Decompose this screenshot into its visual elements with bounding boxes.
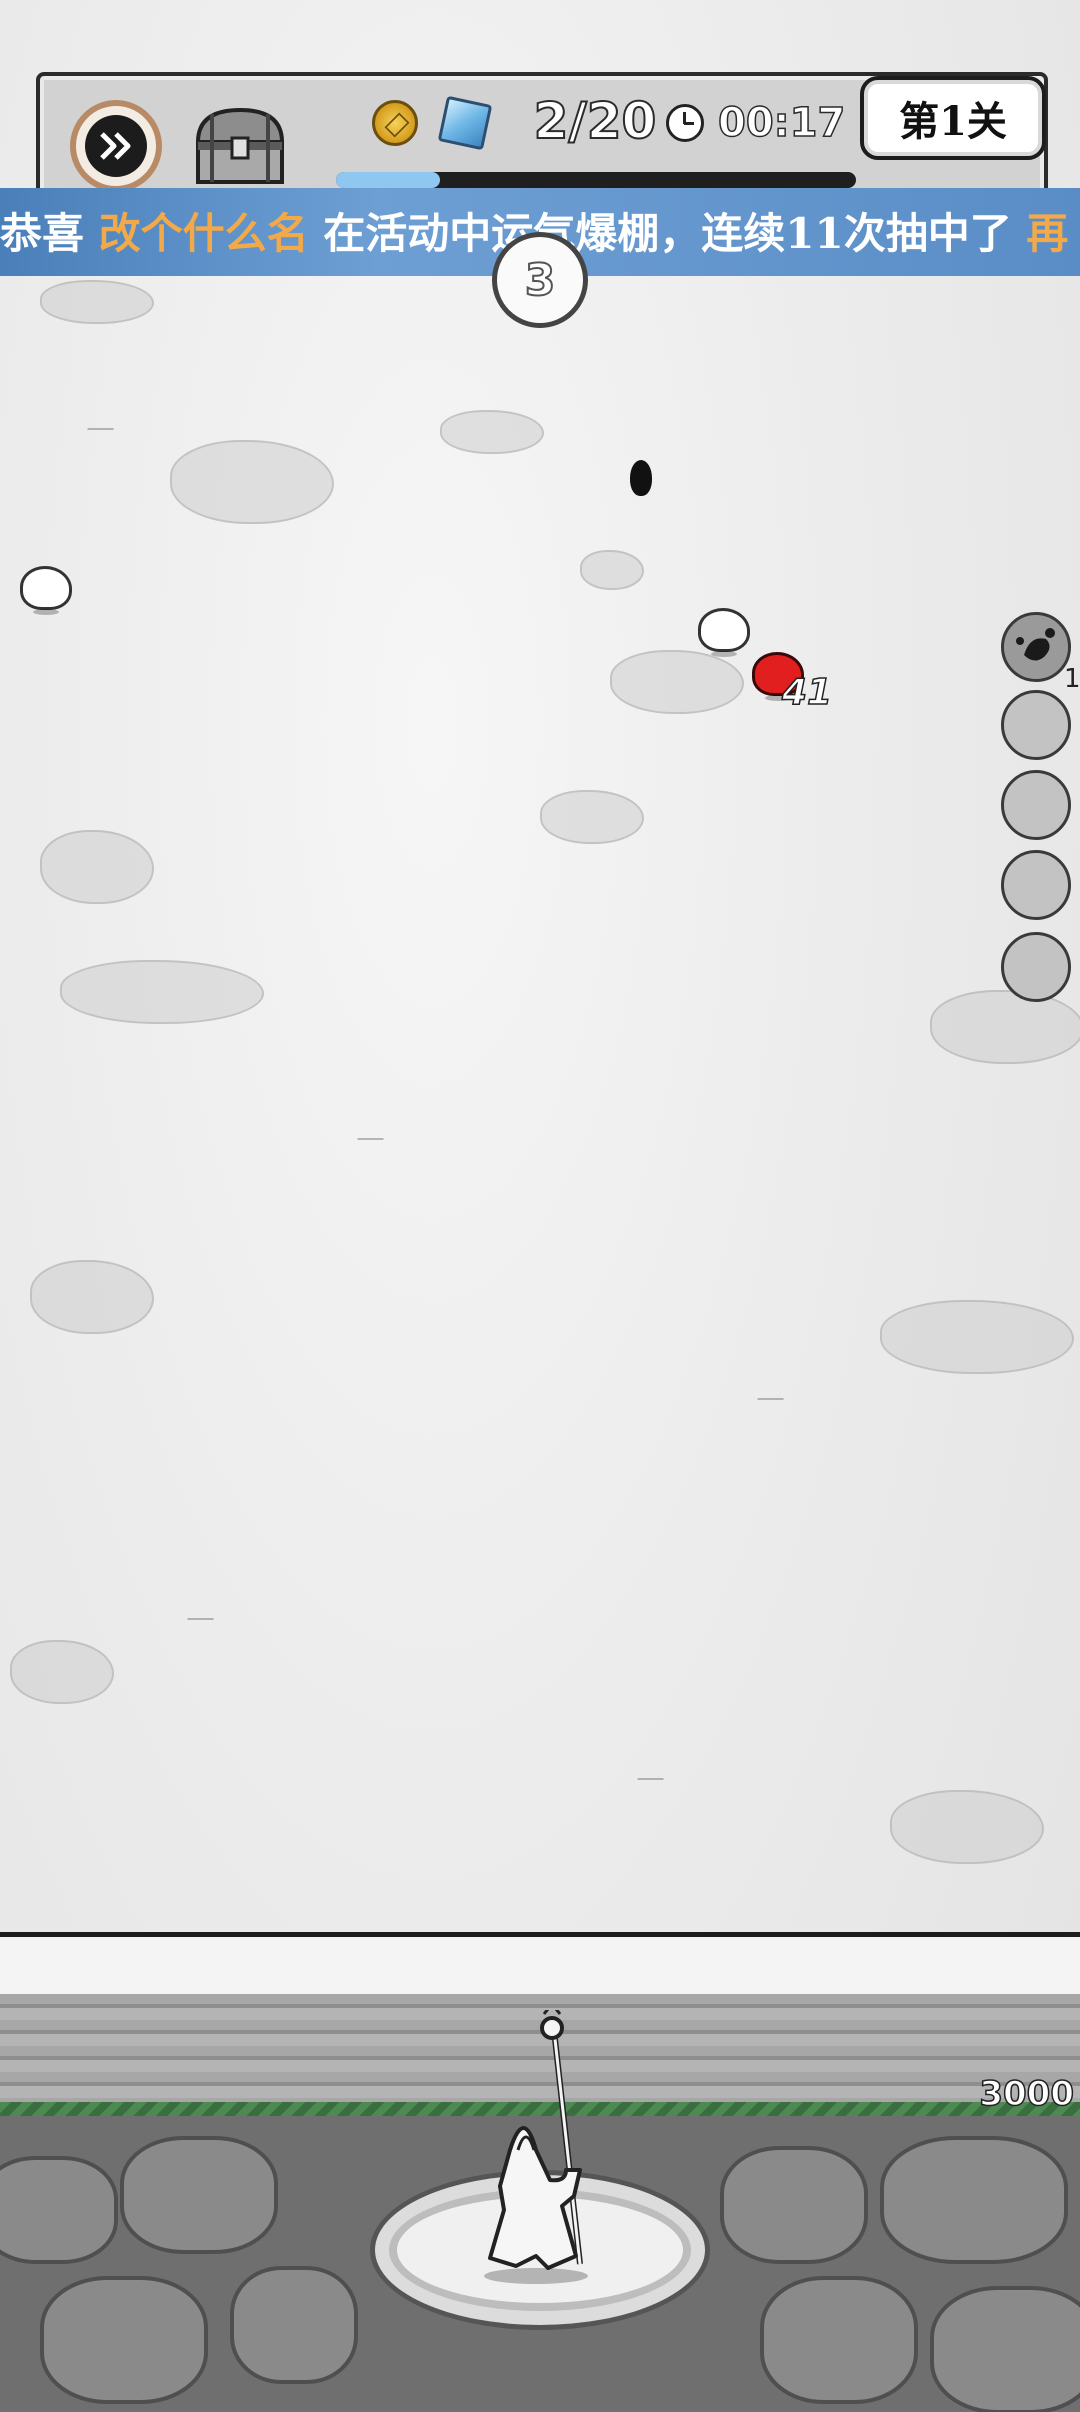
wave-number-orb: 3 bbox=[492, 232, 588, 328]
ground-rock bbox=[40, 280, 154, 324]
cobblestone bbox=[880, 2136, 1068, 2264]
ground-rock bbox=[610, 650, 744, 714]
ink-projectile bbox=[630, 460, 652, 496]
skill-slot-empty[interactable] bbox=[1001, 690, 1071, 760]
blue-gem-icon bbox=[437, 95, 493, 151]
wave-progress-bar bbox=[336, 172, 856, 188]
grass-tuft bbox=[637, 1760, 669, 1780]
clock-icon bbox=[666, 104, 704, 142]
banner-player-name: 改个什么名 bbox=[98, 209, 309, 258]
banner-message: 在活动中运气爆棚，连续11次抽中了 bbox=[323, 209, 1012, 258]
ground-rock bbox=[930, 990, 1080, 1064]
grass-tuft bbox=[757, 1380, 789, 1400]
ground-rock bbox=[580, 550, 644, 590]
ground-rock bbox=[540, 790, 644, 844]
ground-rock bbox=[10, 1640, 114, 1704]
level-badge[interactable]: 第1关 bbox=[860, 76, 1046, 160]
cobblestone bbox=[0, 2156, 118, 2264]
ground-rock bbox=[40, 830, 154, 904]
banner-suffix: 再 bbox=[1026, 209, 1069, 258]
treasure-chest-button[interactable] bbox=[190, 104, 290, 188]
damage-number: 41 bbox=[781, 671, 833, 714]
grass-tuft bbox=[87, 410, 119, 430]
cobblestone bbox=[230, 2266, 358, 2384]
wall-hp-value: 3000 bbox=[979, 2073, 1075, 2115]
cobblestone bbox=[720, 2146, 868, 2264]
ground-rock bbox=[30, 1260, 154, 1334]
grass-tuft bbox=[187, 1600, 219, 1620]
ground-rock bbox=[60, 960, 264, 1024]
ground-rock bbox=[880, 1300, 1074, 1374]
wizard-hero bbox=[484, 2010, 588, 2284]
cobblestone bbox=[40, 2276, 208, 2404]
fast-forward-icon bbox=[85, 115, 147, 177]
game-screen: 2/20 00:17 第1关 恭喜 改个什么名 在活动中运气爆棚，连续11次抽中… bbox=[0, 0, 1080, 2412]
white-enemy bbox=[698, 608, 750, 657]
skill-slot-empty[interactable] bbox=[1001, 932, 1071, 1002]
cobblestone bbox=[760, 2276, 918, 2404]
battle-timer: 00:17 bbox=[717, 99, 846, 147]
ground-rock bbox=[170, 440, 334, 524]
wave-progress-fill bbox=[336, 172, 440, 188]
skill-count: 1 bbox=[1064, 664, 1080, 694]
ground-rock bbox=[890, 1790, 1044, 1864]
ground-rock bbox=[440, 410, 544, 454]
gold-coin-icon bbox=[372, 100, 418, 146]
skill-slot-active[interactable] bbox=[1001, 612, 1071, 682]
skill-slot-empty[interactable] bbox=[1001, 770, 1071, 840]
cobblestone bbox=[930, 2286, 1080, 2412]
banner-prefix: 恭喜 bbox=[0, 209, 85, 258]
grass-tuft bbox=[357, 1120, 389, 1140]
skill-slot-empty[interactable] bbox=[1001, 850, 1071, 920]
fast-forward-button[interactable] bbox=[70, 100, 162, 192]
ink-splash-skill-icon bbox=[1016, 628, 1055, 661]
cobblestone bbox=[120, 2136, 278, 2254]
white-enemy bbox=[20, 566, 72, 615]
treasure-chest-icon bbox=[195, 107, 285, 184]
wave-counter: 2/20 bbox=[533, 91, 658, 151]
